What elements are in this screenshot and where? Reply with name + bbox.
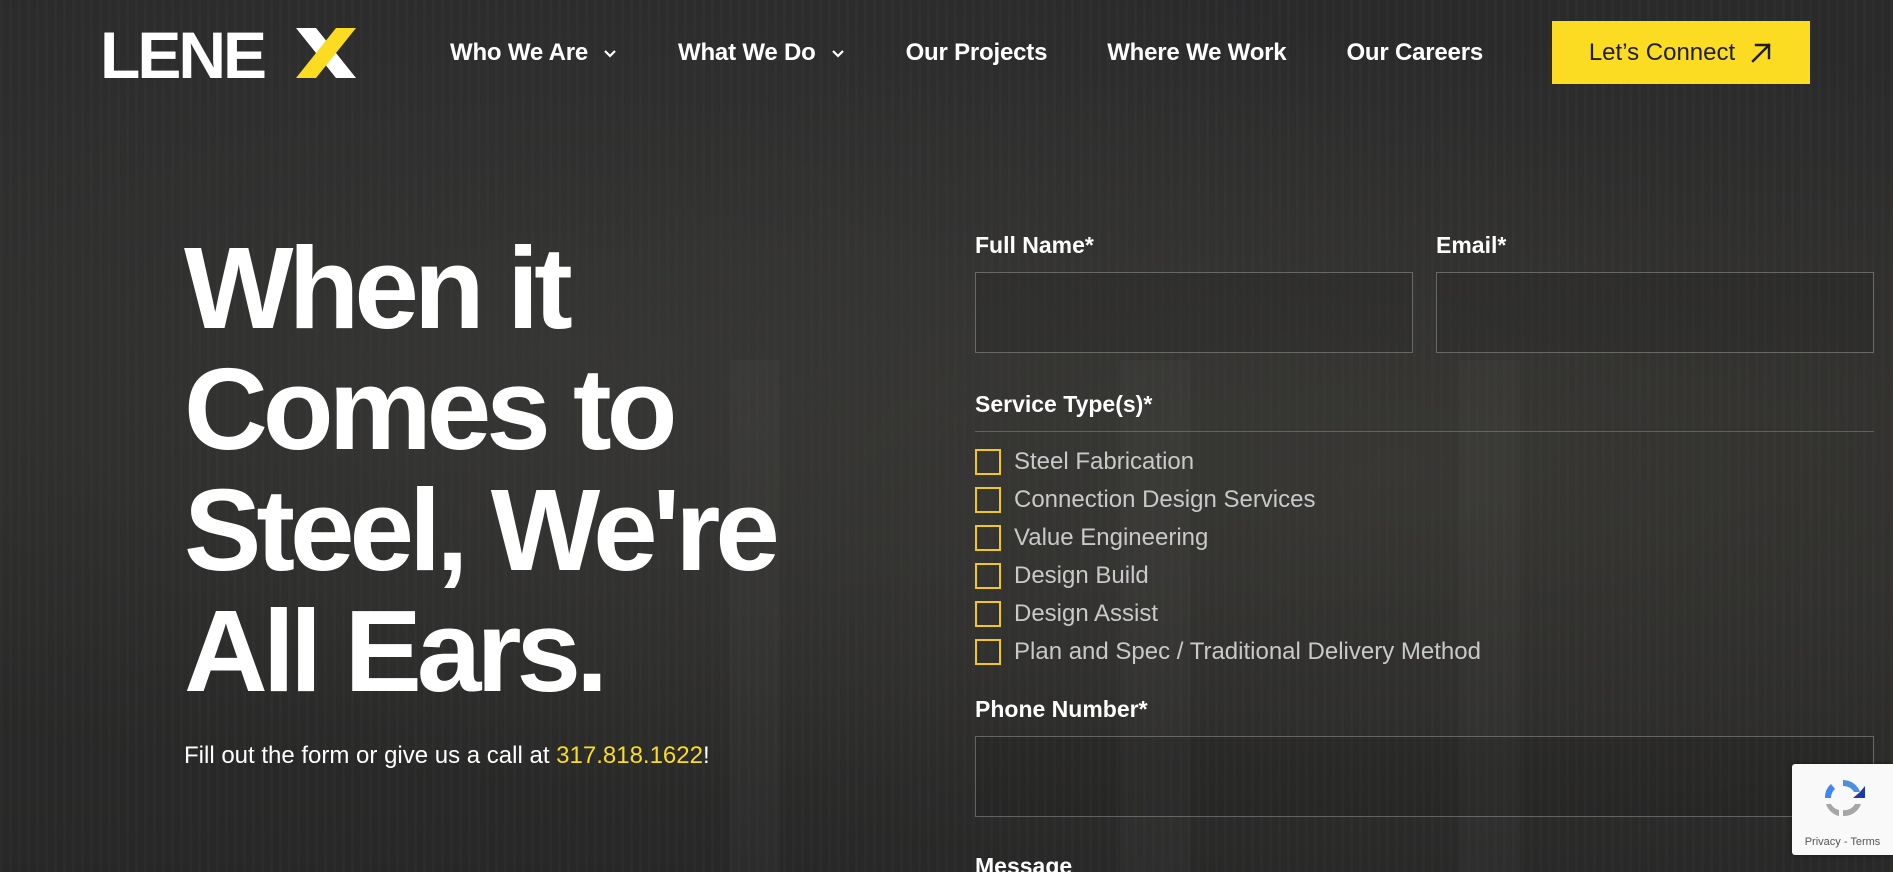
- nav-item-our-projects[interactable]: Our Projects: [906, 39, 1048, 67]
- checkbox-label: Plan and Spec / Traditional Delivery Met…: [1014, 638, 1481, 665]
- hero-title-line: When it: [184, 223, 573, 353]
- hero-title-line: Comes to: [184, 344, 678, 474]
- checkbox-label: Design Build: [1014, 562, 1149, 589]
- nav-item-what-we-do[interactable]: What We Do: [678, 39, 846, 67]
- service-option-design-assist[interactable]: Design Assist: [975, 595, 1481, 633]
- checkbox[interactable]: [975, 525, 1001, 551]
- recaptcha-icon: [1824, 780, 1865, 817]
- checkbox[interactable]: [975, 487, 1001, 513]
- checkbox[interactable]: [975, 449, 1001, 475]
- message-label: Message: [975, 853, 1073, 872]
- service-type-label: Service Type(s)*: [975, 391, 1153, 417]
- site-header: LENE Who We Are What We Do Our Projects …: [0, 0, 1893, 106]
- service-option-plan-and-spec[interactable]: Plan and Spec / Traditional Delivery Met…: [975, 633, 1481, 671]
- service-option-value-engineering[interactable]: Value Engineering: [975, 519, 1481, 557]
- hero-subtitle: Fill out the form or give us a call at 3…: [184, 742, 710, 770]
- hero-title-line: All Ears.: [184, 586, 608, 716]
- arrow-up-right-icon: [1751, 42, 1771, 63]
- lets-connect-button[interactable]: Let’s Connect: [1552, 21, 1810, 84]
- service-type-checklist: Steel Fabrication Connection Design Serv…: [975, 443, 1481, 671]
- hero-subtitle-end: !: [702, 742, 710, 769]
- full-name-label: Full Name*: [975, 232, 1094, 258]
- service-option-design-build[interactable]: Design Build: [975, 557, 1481, 595]
- checkbox[interactable]: [975, 639, 1001, 665]
- divider: [975, 431, 1874, 432]
- email-label: Email*: [1436, 232, 1507, 258]
- checkbox-label: Design Assist: [1014, 600, 1159, 627]
- nav-item-label: Our Projects: [905, 39, 1048, 66]
- nav-item-label: Where We Work: [1107, 39, 1287, 66]
- checkbox[interactable]: [975, 563, 1001, 589]
- recaptcha-links[interactable]: Privacy - Terms: [1792, 836, 1893, 848]
- nav-item-label: What We Do: [678, 39, 816, 66]
- full-name-input[interactable]: [975, 272, 1413, 353]
- hero-subtitle-text: Fill out the form or give us a call at: [184, 742, 557, 769]
- checkbox-label: Connection Design Services: [1014, 486, 1316, 513]
- logo-mark: LENE: [100, 24, 356, 82]
- phone-number-label: Phone Number*: [975, 696, 1148, 722]
- nav-item-where-we-work[interactable]: Where We Work: [1107, 39, 1286, 67]
- recaptcha-badge[interactable]: Privacy - Terms: [1792, 764, 1893, 855]
- svg-text:LENE: LENE: [100, 24, 265, 82]
- checkbox[interactable]: [975, 601, 1001, 627]
- nav-item-label: Our Careers: [1346, 39, 1483, 66]
- main-nav: Who We Are What We Do Our Projects Where…: [450, 38, 1483, 68]
- service-option-connection-design[interactable]: Connection Design Services: [975, 481, 1481, 519]
- logo[interactable]: LENE: [100, 24, 360, 82]
- checkbox-label: Value Engineering: [1014, 524, 1209, 551]
- cta-label: Let’s Connect: [1588, 38, 1736, 66]
- phone-link[interactable]: 317.818.1622: [556, 742, 703, 769]
- chevron-down-icon: [604, 50, 616, 58]
- nav-item-label: Who We Are: [450, 39, 589, 66]
- nav-item-who-we-are[interactable]: Who We Are: [450, 39, 618, 67]
- phone-number-input[interactable]: [975, 736, 1874, 817]
- nav-item-our-careers[interactable]: Our Careers: [1346, 39, 1483, 67]
- hero-title: When it Comes to Steel, We're All Ears.: [184, 228, 824, 712]
- email-input[interactable]: [1436, 272, 1874, 353]
- checkbox-label: Steel Fabrication: [1014, 448, 1195, 475]
- chevron-down-icon: [831, 50, 844, 58]
- service-option-steel-fabrication[interactable]: Steel Fabrication: [975, 443, 1481, 481]
- hero-title-line: Steel, We're: [184, 465, 780, 595]
